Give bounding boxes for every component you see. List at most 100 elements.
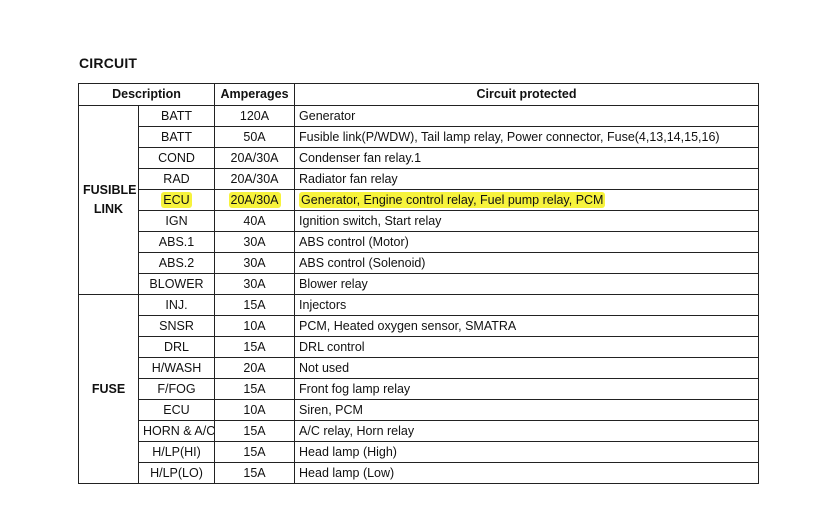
fuse-name-cell-text: SNSR [159, 318, 194, 333]
fuse-name-cell-text: H/WASH [151, 360, 202, 375]
circuit-protected-cell-text: Blower relay [299, 276, 368, 291]
fuse-name-cell: ABS.2 [137, 252, 216, 274]
circuit-protected-cell-text: ABS control (Solenoid) [299, 255, 426, 270]
fuse-name-cell-text: BATT [160, 129, 193, 144]
circuit-protected-cell-text: ABS control (Motor) [299, 234, 409, 249]
amperage-cell-text: 15A [243, 465, 266, 480]
amperage-cell-text: 15A [243, 297, 266, 312]
fuse-name-cell: HORN & A/C [137, 420, 216, 442]
circuit-protected-cell: DRL control [294, 336, 760, 358]
fuse-name-cell: ECU [137, 189, 216, 211]
fuse-name-cell: SNSR [137, 315, 216, 337]
amperage-cell-text: 10A [243, 318, 266, 333]
fuse-name-cell-text: INJ. [165, 297, 188, 312]
table-row: ECU 20A/30A Generator, Engine control rela… [79, 189, 760, 211]
table-row: FUSE INJ. 15A Injectors [78, 294, 760, 484]
amperage-cell: 10A [214, 315, 296, 337]
amperage-cell-text: 15A [243, 339, 266, 354]
table-row: ABS.2 30A ABS control (Solenoid) [79, 252, 760, 274]
table-row: SNSR 10A PCM, Heated oxygen sensor, SMATRA [79, 315, 760, 337]
circuit-protected-cell: Siren, PCM [294, 399, 760, 421]
amperage-cell-text: 10A [243, 402, 266, 417]
amperage-cell-text: 20A/30A [228, 191, 281, 208]
table-header-row: Description Amperages Circuit protected [77, 83, 760, 106]
fuse-name-cell-text: H/LP(HI) [152, 444, 201, 459]
amperage-cell: 20A/30A [214, 168, 296, 190]
table-row: ECU 10A Siren, PCM [79, 399, 760, 421]
circuit-protected-cell: Blower relay [294, 273, 760, 295]
table-row: RAD 20A/30A Radiator fan relay [79, 168, 760, 190]
table-row: BLOWER 30A Blower relay [79, 273, 760, 295]
amperage-cell: 120A [214, 105, 296, 127]
circuit-protected-cell: Head lamp (High) [294, 441, 760, 463]
fuse-name-cell-text: ABS.1 [158, 234, 195, 249]
fuse-name-cell: BATT [137, 126, 216, 148]
circuit-protected-cell-text: Front fog lamp relay [299, 381, 411, 396]
table-row: H/WASH 20A Not used [79, 357, 760, 379]
fuse-name-cell-text: HORN & A/C [143, 423, 215, 438]
group-label-line1: FUSE [91, 381, 126, 396]
fuse-name-cell-text: BLOWER [149, 276, 204, 291]
circuit-protected-cell: ABS control (Motor) [294, 231, 760, 253]
table-body: FUSIBLE LINK BATT 120A Generator BATT 50A Fusib… [78, 105, 760, 484]
fuse-name-cell-text: H/LP(LO) [150, 465, 203, 480]
amperage-cell: 30A [214, 231, 296, 253]
circuit-protected-cell: Front fog lamp relay [294, 378, 760, 400]
circuit-protected-cell-text: Generator [299, 108, 356, 123]
circuit-protected-cell: Radiator fan relay [294, 168, 760, 190]
circuit-protected-cell-text: Ignition switch, Start relay [299, 213, 442, 228]
group-label: FUSE [78, 294, 139, 484]
amperage-cell: 15A [214, 294, 296, 316]
amperage-cell-text: 50A [243, 129, 266, 144]
circuit-protected-cell-text: Head lamp (High) [299, 444, 397, 459]
fuse-name-cell: F/FOG [137, 378, 216, 400]
table-row: COND 20A/30A Condenser fan relay.1 [79, 147, 760, 169]
amperage-cell: 15A [214, 462, 296, 484]
circuit-protected-cell: Fusible link(P/WDW), Tail lamp relay, Po… [294, 126, 760, 148]
table-row: H/LP(HI) 15A Head lamp (High) [79, 441, 760, 463]
circuit-protected-cell-text: Fusible link(P/WDW), Tail lamp relay, Po… [299, 129, 720, 144]
fuse-name-cell-text: RAD [163, 171, 190, 186]
circuit-protected-cell-text: DRL control [299, 339, 365, 354]
table-row: HORN & A/C 15A A/C relay, Horn relay [79, 420, 760, 442]
circuit-protected-cell-text: Condenser fan relay.1 [299, 150, 422, 165]
group-label: FUSIBLE LINK [78, 105, 139, 295]
fuse-name-cell-text: IGN [165, 213, 188, 228]
amperage-cell: 10A [214, 399, 296, 421]
amperage-cell: 30A [214, 273, 296, 295]
header-amperages: Amperages [214, 83, 296, 106]
circuit-protected-cell-text: Radiator fan relay [299, 171, 398, 186]
circuit-protected-cell-text: Generator, Engine control relay, Fuel pu… [299, 191, 606, 208]
amperage-cell: 15A [214, 441, 296, 463]
circuit-protected-cell-text: Injectors [299, 297, 347, 312]
circuit-protected-cell: Generator, Engine control relay, Fuel pu… [294, 189, 760, 211]
fuse-name-cell: IGN [137, 210, 216, 232]
table-row: ABS.1 30A ABS control (Motor) [79, 231, 760, 253]
amperage-cell-text: 30A [243, 234, 266, 249]
fuse-name-cell: DRL [137, 336, 216, 358]
circuit-protected-cell: Ignition switch, Start relay [294, 210, 760, 232]
header-circuit-protected: Circuit protected [294, 83, 760, 106]
amperage-cell-text: 40A [243, 213, 266, 228]
circuit-protected-cell-text: Siren, PCM [299, 402, 363, 417]
circuit-protected-cell: Injectors [294, 294, 760, 316]
amperage-cell: 40A [214, 210, 296, 232]
amperage-cell: 30A [214, 252, 296, 274]
amperage-cell-text: 20A [243, 360, 266, 375]
amperage-cell: 15A [214, 420, 296, 442]
amperage-cell: 15A [214, 336, 296, 358]
fuse-name-cell: H/WASH [137, 357, 216, 379]
fuse-name-cell-text: ECU [161, 191, 192, 208]
amperage-cell-text: 120A [239, 108, 270, 123]
group-label-line2: LINK [93, 202, 124, 216]
circuit-table: Description Amperages Circuit protected … [77, 83, 760, 484]
fuse-name-cell-text: DRL [164, 339, 190, 354]
circuit-protected-cell-text: Not used [299, 360, 350, 375]
amperage-cell-text: 20A/30A [230, 150, 279, 165]
table-row: IGN 40A Ignition switch, Start relay [79, 210, 760, 232]
table-row: BATT 50A Fusible link(P/WDW), Tail lamp re… [79, 126, 760, 148]
fuse-name-cell: ECU [137, 399, 216, 421]
amperage-cell: 50A [214, 126, 296, 148]
fuse-name-cell: INJ. [137, 294, 216, 316]
fuse-name-cell: ABS.1 [137, 231, 216, 253]
